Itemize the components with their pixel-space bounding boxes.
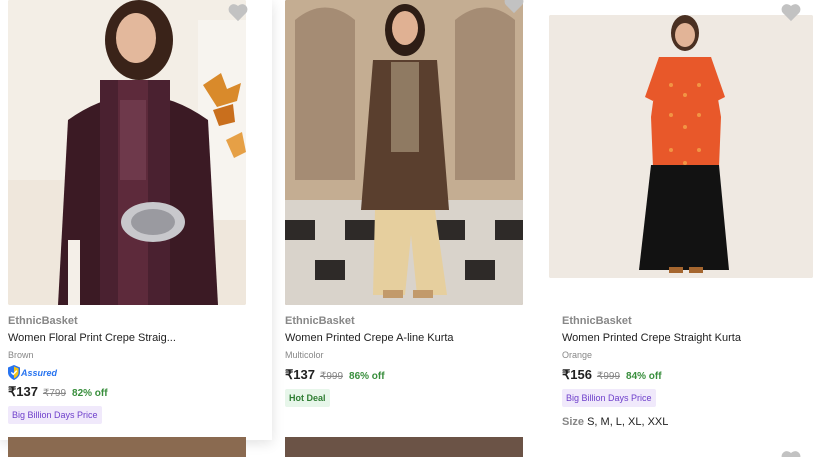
original-price: ₹799 bbox=[42, 388, 67, 399]
price-row: ₹137 ₹999 86% off bbox=[285, 367, 535, 383]
product-image[interactable] bbox=[285, 0, 523, 305]
selling-price: ₹156 bbox=[562, 367, 592, 382]
wishlist-heart-icon[interactable] bbox=[780, 449, 802, 457]
product-card[interactable]: EthnicBasket Women Floral Print Crepe St… bbox=[0, 0, 272, 440]
offer-tag: Big Billion Days Price bbox=[562, 389, 656, 407]
product-image[interactable] bbox=[549, 15, 813, 278]
product-card[interactable]: EthnicBasket Women Printed Crepe Straigh… bbox=[549, 0, 826, 440]
product-title[interactable]: Women Printed Crepe A-line Kurta bbox=[285, 332, 535, 345]
product-brand: EthnicBasket bbox=[562, 315, 632, 327]
shield-icon bbox=[8, 365, 20, 380]
product-info: EthnicBasket Women Floral Print Crepe St… bbox=[8, 315, 258, 424]
assured-badge: Assured bbox=[8, 365, 258, 380]
product-color: Multicolor bbox=[285, 350, 324, 360]
offer-tag: Hot Deal bbox=[285, 389, 330, 407]
offer-tag: Big Billion Days Price bbox=[8, 406, 102, 424]
product-color: Brown bbox=[8, 350, 34, 360]
product-card[interactable]: EthnicBasket Women Printed Crepe A-line … bbox=[277, 0, 549, 440]
sizes-label: Size bbox=[562, 416, 585, 428]
product-brand: EthnicBasket bbox=[285, 315, 355, 327]
product-info: EthnicBasket Women Printed Crepe Straigh… bbox=[562, 315, 812, 428]
wishlist-heart-icon[interactable] bbox=[780, 2, 802, 22]
price-row: ₹137 ₹799 82% off bbox=[8, 384, 258, 400]
price-row: ₹156 ₹999 84% off bbox=[562, 367, 812, 383]
discount-percent: 84% off bbox=[626, 371, 662, 382]
assured-label: Assured bbox=[21, 367, 58, 378]
original-price: ₹999 bbox=[596, 371, 621, 382]
product-info: EthnicBasket Women Printed Crepe A-line … bbox=[285, 315, 535, 407]
selling-price: ₹137 bbox=[285, 367, 315, 382]
product-title[interactable]: Women Printed Crepe Straight Kurta bbox=[562, 332, 812, 345]
product-brand: EthnicBasket bbox=[8, 315, 78, 327]
wishlist-heart-icon[interactable] bbox=[503, 0, 525, 14]
wishlist-heart-icon[interactable] bbox=[227, 2, 249, 22]
sizes-values: S, M, L, XL, XXL bbox=[587, 416, 669, 428]
next-product-image[interactable] bbox=[8, 437, 246, 457]
available-sizes: Size S, M, L, XL, XXL bbox=[562, 416, 812, 428]
selling-price: ₹137 bbox=[8, 384, 38, 399]
discount-percent: 86% off bbox=[349, 371, 385, 382]
original-price: ₹999 bbox=[319, 371, 344, 382]
next-product-image[interactable] bbox=[285, 437, 523, 457]
discount-percent: 82% off bbox=[72, 388, 108, 399]
product-title[interactable]: Women Floral Print Crepe Straig... bbox=[8, 332, 258, 345]
product-image[interactable] bbox=[8, 0, 246, 305]
product-color: Orange bbox=[562, 350, 593, 360]
